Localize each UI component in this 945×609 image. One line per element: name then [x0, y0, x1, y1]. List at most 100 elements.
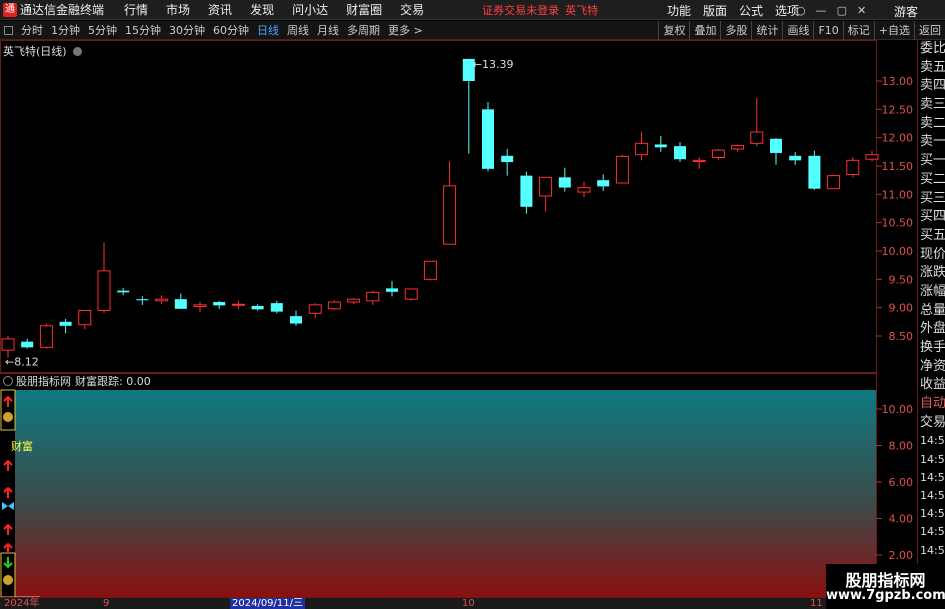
- period-1min[interactable]: 1分钟: [47, 22, 84, 38]
- overlay-button[interactable]: 叠加: [689, 21, 720, 40]
- indicator-header: 股朋指标网 财富跟踪: 0.00: [0, 373, 876, 389]
- quote-label[interactable]: 买四: [918, 208, 945, 227]
- quote-label[interactable]: 委比: [918, 40, 945, 59]
- period-more[interactable]: 更多 >: [384, 22, 427, 38]
- quote-label[interactable]: 买一: [918, 152, 945, 171]
- indicator-name[interactable]: 股朋指标网: [16, 373, 71, 389]
- trade-time: 14:56: [920, 489, 945, 502]
- date-label-nov: 11: [810, 598, 823, 609]
- period-multi[interactable]: 多周期: [343, 22, 384, 38]
- candle-body-up: [1, 338, 15, 351]
- add-watchlist-button[interactable]: +自选: [873, 21, 914, 40]
- menu-market[interactable]: 市场: [166, 1, 190, 18]
- period-suffix: (日线): [36, 45, 67, 58]
- indicator-tick-label: 2.00: [889, 549, 914, 562]
- quote-label[interactable]: 收益: [918, 376, 945, 395]
- statistics-button[interactable]: 统计: [751, 21, 782, 40]
- candle-body-up: [827, 175, 841, 190]
- candle-body-up: [347, 298, 361, 303]
- candle-body-down: [789, 155, 802, 161]
- candle-body-up: [692, 159, 706, 162]
- info-icon[interactable]: [73, 47, 83, 56]
- candle-body-up: [366, 291, 380, 302]
- candle-body-up: [78, 310, 92, 326]
- menu-formula[interactable]: 公式: [739, 2, 763, 19]
- menu-layout[interactable]: 版面: [703, 2, 727, 19]
- mark-button[interactable]: 标记: [842, 21, 874, 40]
- date-cursor: 2024/09/11/三: [230, 598, 306, 609]
- candle-body-down: [654, 144, 667, 148]
- quote-label[interactable]: 现价: [918, 246, 945, 265]
- candle-body-up: [615, 155, 629, 184]
- f10-button[interactable]: F10: [813, 21, 842, 40]
- kline-chart[interactable]: 13.00 12.50 12.00 11.50 11.00 10.50 10.00 9.50 9…: [0, 40, 917, 597]
- close-icon[interactable]: ✕: [857, 4, 866, 17]
- trade-time: 14:56: [920, 525, 945, 539]
- maximize-icon[interactable]: ▢: [837, 4, 847, 17]
- date-label-sep: 9: [103, 598, 110, 609]
- period-5min[interactable]: 5分钟: [84, 22, 121, 38]
- candle-body-up: [97, 270, 111, 311]
- quote-label[interactable]: 自动: [918, 395, 945, 414]
- indicator-markers: [0, 389, 16, 597]
- app-title: 通达信金融终端: [20, 3, 105, 17]
- quote-label[interactable]: 卖二: [918, 115, 945, 134]
- quote-label[interactable]: 总量: [918, 302, 945, 321]
- guest-label[interactable]: 游客: [894, 3, 918, 20]
- quote-label[interactable]: 外盘: [918, 320, 945, 339]
- minimize-to-tray-icon[interactable]: ○: [796, 4, 806, 17]
- quote-label[interactable]: 买二: [918, 171, 945, 190]
- period-15min[interactable]: 15分钟: [121, 22, 165, 38]
- indicator-value: 财富跟踪: 0.00: [75, 375, 151, 388]
- quote-label[interactable]: 卖五: [918, 59, 945, 78]
- indicator-axis: 10.00 8.00 6.00 4.00 2.00: [876, 403, 913, 562]
- menu-discover[interactable]: 发现: [250, 1, 274, 18]
- toolbar-toggle-icon[interactable]: [4, 25, 13, 35]
- trade-time: 14:56: [920, 434, 945, 448]
- quote-label[interactable]: 涨幅: [918, 283, 945, 302]
- period-30min[interactable]: 30分钟: [165, 22, 209, 38]
- period-daily[interactable]: 日线: [253, 22, 283, 38]
- quote-label[interactable]: 换手: [918, 339, 945, 358]
- menu-trade[interactable]: 交易: [400, 1, 424, 18]
- period-monthly[interactable]: 月线: [313, 22, 343, 38]
- adjust-button[interactable]: 复权: [658, 21, 689, 40]
- price-tick-label: 10.50: [882, 217, 914, 230]
- candle-body-down: [290, 316, 302, 324]
- login-status[interactable]: 证券交易未登录: [482, 2, 559, 18]
- quote-label[interactable]: 买五: [918, 227, 945, 246]
- period-toolbar: 分时 1分钟 5分钟 15分钟 30分钟 60分钟 日线 周线 月线 多周期 更…: [0, 21, 945, 40]
- menu-wealth-circle[interactable]: 财富圈: [346, 1, 382, 18]
- period-tick[interactable]: 分时: [17, 22, 47, 38]
- menu-functions[interactable]: 功能: [667, 2, 691, 19]
- quote-label[interactable]: 涨跌: [918, 264, 945, 283]
- indicator-tick-label: 4.00: [889, 513, 914, 526]
- candle-body-down: [21, 341, 34, 348]
- candle-body-up: [193, 304, 207, 308]
- quote-label[interactable]: 卖三: [918, 96, 945, 115]
- candle-body-up: [711, 149, 725, 158]
- back-button[interactable]: 返回: [914, 21, 945, 40]
- quote-label[interactable]: 卖四: [918, 77, 945, 96]
- menu-news[interactable]: 资讯: [208, 1, 232, 18]
- period-60min[interactable]: 60分钟: [209, 22, 253, 38]
- quote-label[interactable]: 净资: [918, 358, 945, 377]
- draw-line-button[interactable]: 画线: [782, 21, 813, 40]
- price-tick-label: 8.50: [889, 330, 914, 343]
- candle-body-down: [270, 303, 283, 312]
- quote-label[interactable]: 交易: [918, 414, 945, 433]
- period-weekly[interactable]: 周线: [283, 22, 313, 38]
- right-menu: 功能 版面 公式 选项: [655, 0, 799, 20]
- candle-body-down: [770, 138, 782, 153]
- multi-stock-button[interactable]: 多股: [720, 21, 751, 40]
- minimize-icon[interactable]: —: [816, 4, 827, 17]
- candle-body-down: [174, 299, 187, 309]
- indicator-tick-label: 6.00: [889, 476, 914, 489]
- menu-quotes[interactable]: 行情: [124, 1, 148, 18]
- trade-time: 14:56: [920, 470, 945, 484]
- indicator-settings-icon[interactable]: [3, 376, 13, 386]
- candle-body-down: [136, 299, 149, 301]
- menu-ask-xiaoda[interactable]: 问小达: [292, 1, 328, 18]
- quote-label[interactable]: 卖一: [918, 133, 945, 152]
- quote-label[interactable]: 买三: [918, 190, 945, 209]
